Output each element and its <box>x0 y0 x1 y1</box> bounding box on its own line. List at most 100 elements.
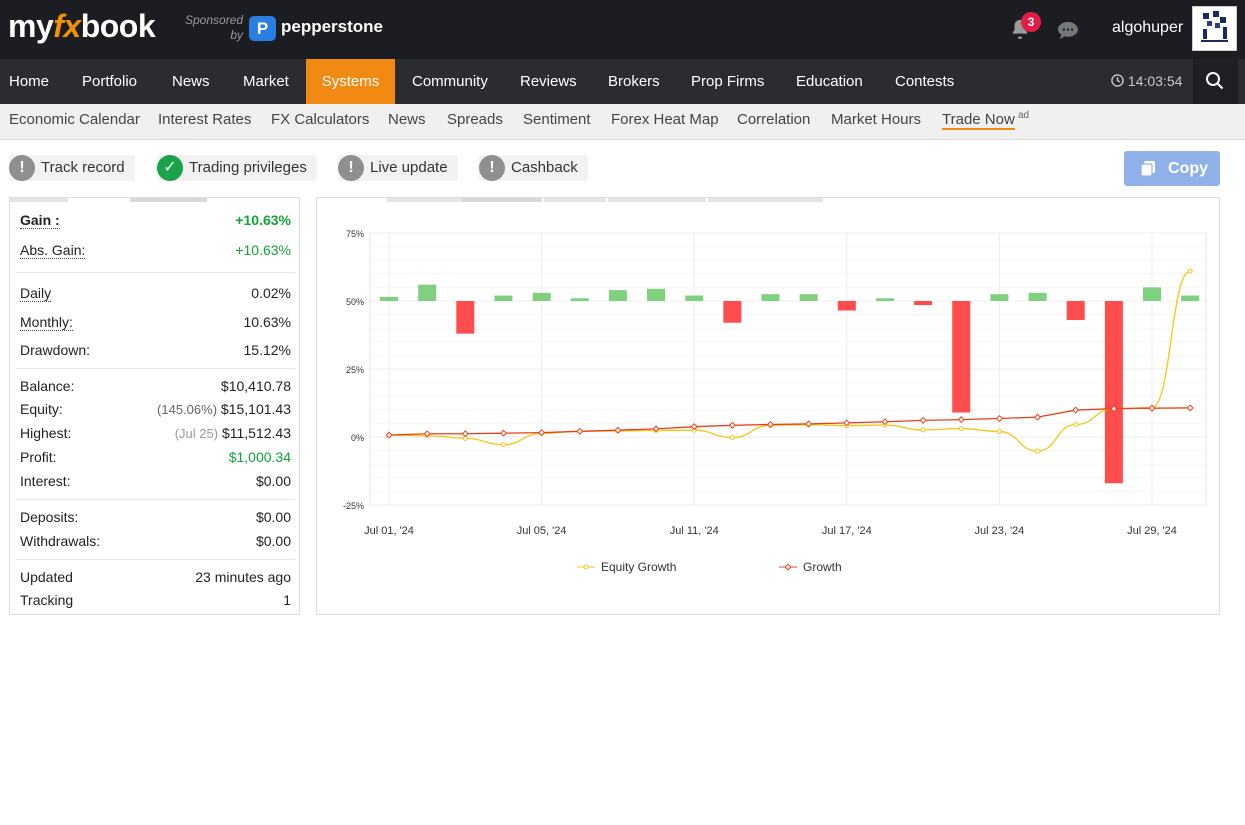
nav-market[interactable]: Market <box>243 59 289 104</box>
logo-part-book: book <box>80 8 156 44</box>
daily-label[interactable]: Daily <box>20 285 52 302</box>
bar <box>799 294 818 301</box>
subnav-sentiment[interactable]: Sentiment <box>523 104 591 140</box>
subnav-spreads[interactable]: Spreads <box>447 104 503 140</box>
equity-value: $15,101.43 <box>220 401 291 417</box>
stats-tab-indicator[interactable] <box>10 198 68 202</box>
tracking-label: Tracking <box>20 592 74 608</box>
withdrawals-label: Withdrawals: <box>20 533 101 549</box>
clock: 14:03:54 <box>1111 59 1182 104</box>
legend-label: Growth <box>803 560 842 574</box>
bar <box>761 294 780 301</box>
gain-value: +10.63% <box>235 212 291 228</box>
avatar[interactable] <box>1192 6 1237 51</box>
interest-value: $0.00 <box>255 473 291 489</box>
tracking-value: 1 <box>283 592 291 608</box>
pepperstone-logo-icon[interactable]: P <box>249 16 276 41</box>
y-tick-label: 0% <box>351 433 364 443</box>
search-button[interactable] <box>1193 59 1238 104</box>
chat-icon[interactable] <box>1057 20 1079 40</box>
bar <box>723 301 742 323</box>
chart-panel: 75% 50% 25% 0% -25% Jul 01, '24 Jul 05, '24 Jul… <box>316 197 1220 615</box>
abs-gain-row: Abs. Gain: +10.63% <box>20 240 291 260</box>
subnav-economic-calendar[interactable]: Economic Calendar <box>9 104 140 140</box>
bar <box>418 284 437 301</box>
subnav-forex-heat-map[interactable]: Forex Heat Map <box>611 104 719 140</box>
y-tick-label: 25% <box>346 365 364 375</box>
clock-icon <box>1111 74 1124 87</box>
sponsored-line-1: Sponsored <box>185 13 244 27</box>
copy-label: Copy <box>1168 160 1208 177</box>
subnav-correlation[interactable]: Correlation <box>737 104 810 140</box>
trading-privileges-pill[interactable]: ✓ Trading privileges <box>157 155 317 181</box>
gain-row: Gain : +10.63% <box>20 210 291 230</box>
bar <box>570 298 589 301</box>
exclamation-icon: ! <box>9 155 35 181</box>
highest-label: Highest: <box>20 425 72 441</box>
nav-reviews[interactable]: Reviews <box>520 59 577 104</box>
balance-value: $10,410.78 <box>220 378 291 394</box>
bar <box>914 301 933 306</box>
x-tick-label: Jul 11, '24 <box>670 525 719 537</box>
equity-row: Equity: (145.06%) $15,101.43 <box>20 399 291 419</box>
cashback-pill[interactable]: ! Cashback <box>479 155 588 181</box>
main-nav: Home Portfolio News Market Systems Commu… <box>0 59 1245 104</box>
nav-news[interactable]: News <box>172 59 210 104</box>
myfxbook-logo[interactable]: myfxbook <box>8 8 156 45</box>
daily-row: Daily 0.02% <box>20 283 291 303</box>
subnav-trade-now[interactable]: Trade Now <box>942 104 1015 130</box>
tracking-row: Tracking 1 <box>20 590 291 610</box>
abs-gain-label[interactable]: Abs. Gain: <box>20 242 86 259</box>
profit-label: Profit: <box>20 449 57 465</box>
sponsored-line-2: by <box>230 28 243 42</box>
notification-count-badge: 3 <box>1021 12 1041 32</box>
x-tick-label: Jul 17, '24 <box>822 525 872 537</box>
nav-contests[interactable]: Contests <box>895 59 954 104</box>
track-record-pill[interactable]: ! Track record <box>9 155 135 181</box>
sponsor-name[interactable]: pepperstone <box>281 17 383 37</box>
drawdown-label: Drawdown: <box>20 342 91 358</box>
deposits-row: Deposits: $0.00 <box>20 507 291 527</box>
updated-value: 23 minutes ago <box>195 569 291 585</box>
nav-systems[interactable]: Systems <box>306 59 395 104</box>
interest-label: Interest: <box>20 473 71 489</box>
withdrawals-value: $0.00 <box>255 533 291 549</box>
copy-button[interactable]: Copy <box>1124 151 1220 186</box>
highest-row: Highest: (Jul 25) $11,512.43 <box>20 423 291 443</box>
highest-value: $11,512.43 <box>221 425 291 441</box>
y-tick-label: 75% <box>346 229 364 239</box>
subnav-fx-calculators[interactable]: FX Calculators <box>271 104 369 140</box>
drawdown-row: Drawdown: 15.12% <box>20 340 291 360</box>
monthly-label[interactable]: Monthly: <box>20 314 73 331</box>
growth-chart[interactable]: 75% 50% 25% 0% -25% Jul 01, '24 Jul 05, '24 Jul… <box>317 198 1219 614</box>
trading-privileges-label: Trading privileges <box>189 159 307 176</box>
live-update-pill[interactable]: ! Live update <box>338 155 458 181</box>
x-tick-label: Jul 23, '24 <box>974 525 1024 537</box>
username[interactable]: algohuper <box>1112 19 1183 37</box>
bar <box>380 296 398 301</box>
series-point <box>1073 421 1079 427</box>
gain-label[interactable]: Gain : <box>20 212 60 229</box>
updated-row: Updated 23 minutes ago <box>20 567 291 587</box>
stats-tab-indicator[interactable] <box>130 198 207 202</box>
nav-home[interactable]: Home <box>9 59 49 104</box>
series-point <box>920 427 926 433</box>
subnav-interest-rates[interactable]: Interest Rates <box>158 104 251 140</box>
updated-label: Updated <box>20 569 73 585</box>
bar <box>952 301 971 413</box>
abs-gain-value: +10.63% <box>235 242 291 258</box>
subnav-market-hours[interactable]: Market Hours <box>831 104 921 140</box>
nav-brokers[interactable]: Brokers <box>608 59 660 104</box>
nav-education[interactable]: Education <box>796 59 863 104</box>
nav-community[interactable]: Community <box>412 59 488 104</box>
deposits-value: $0.00 <box>255 509 291 525</box>
highest-date: (Jul 25) <box>174 426 219 441</box>
subnav-news[interactable]: News <box>388 104 426 140</box>
divider <box>16 272 295 273</box>
bar <box>456 301 475 334</box>
nav-portfolio[interactable]: Portfolio <box>82 59 137 104</box>
nav-prop-firms[interactable]: Prop Firms <box>691 59 764 104</box>
monthly-value: 10.63% <box>243 314 291 330</box>
bar <box>1104 301 1123 484</box>
exclamation-icon: ! <box>338 155 364 181</box>
